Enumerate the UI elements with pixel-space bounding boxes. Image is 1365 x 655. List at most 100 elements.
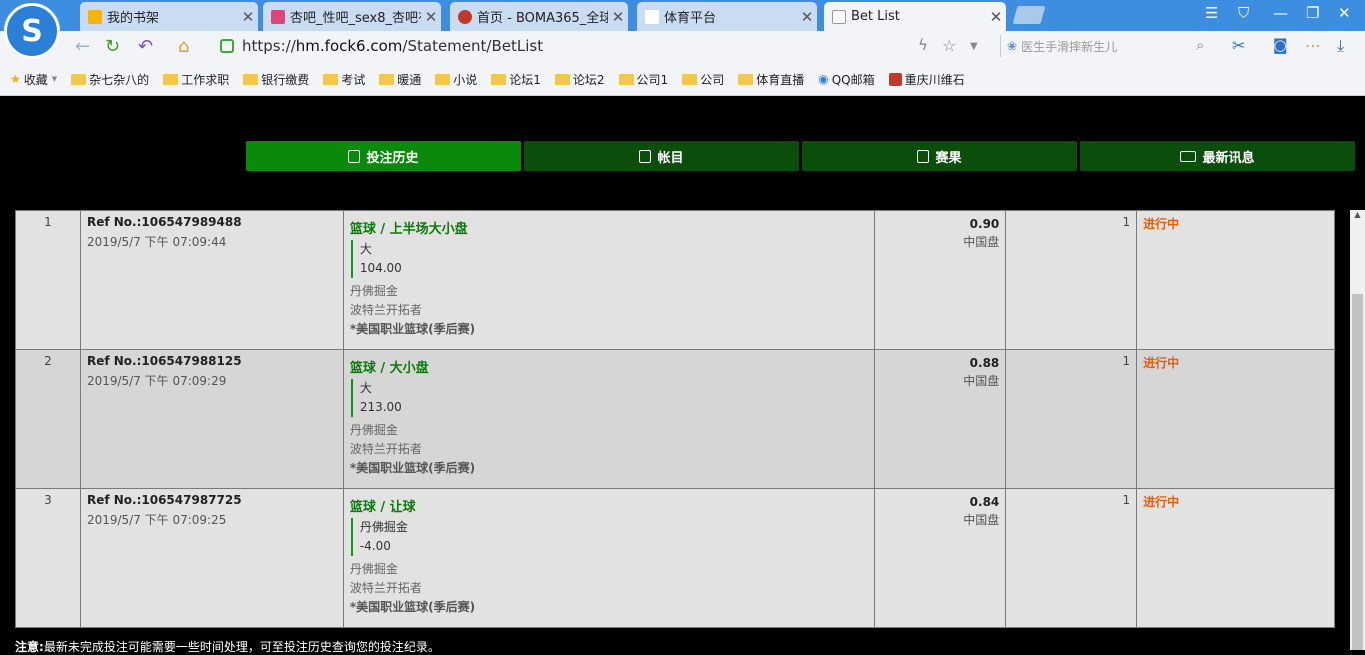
scissors-icon[interactable]: ✂ <box>1232 36 1245 55</box>
bookmark-qqmail[interactable]: ◉ QQ邮箱 <box>818 71 874 88</box>
pick-label: 丹佛掘金 <box>359 520 408 534</box>
bookmark-folder[interactable]: 小说 <box>435 71 477 88</box>
bookmark-folder[interactable]: 论坛1 <box>491 71 541 88</box>
paw-icon: ❀ <box>1007 39 1018 53</box>
bookmark-folder[interactable]: 暖通 <box>379 71 421 88</box>
bookmark-folder[interactable]: 公司1 <box>618 71 668 88</box>
odds-value: 0.84 <box>969 495 1000 509</box>
close-icon[interactable]: ✕ <box>238 8 258 26</box>
folder-icon <box>682 73 698 85</box>
bookmark-folder[interactable]: 工作求职 <box>163 71 229 88</box>
folder-icon <box>618 73 634 85</box>
bookmark-favorites[interactable]: ★ 收藏 ▼ <box>10 71 57 88</box>
pick: 丹佛掘金 -4.00 <box>350 518 869 556</box>
folder-icon <box>71 73 87 85</box>
undo-icon[interactable]: ↶ <box>138 36 153 57</box>
url-text: https://hm.fock6.com/Statement/BetList <box>242 37 544 55</box>
minimize-icon[interactable]: — <box>1273 4 1288 22</box>
status-badge: 进行中 <box>1143 217 1180 231</box>
download-icon[interactable]: ⤓ <box>1337 36 1344 56</box>
star-icon[interactable]: ☆ <box>942 36 956 55</box>
close-icon[interactable]: ✕ <box>986 8 1006 26</box>
bookmarks-bar: ★ 收藏 ▼ 杂七杂八的 工作求职 银行缴费 考试 暖通 小说 论坛1 论坛2 公司… <box>0 66 1365 92</box>
refresh-icon[interactable]: ↻ <box>105 36 120 57</box>
blank-page-icon <box>645 9 659 24</box>
menu-icon[interactable]: ☰ <box>1205 4 1218 22</box>
odds-cell: 0.88 中国盘 <box>874 349 1007 489</box>
tab-account[interactable]: 帐目 <box>524 141 799 171</box>
skin-icon[interactable]: ⛉ <box>1238 4 1249 22</box>
notice: 注意:最新未完成投注可能需要一些时间处理，可至投注历史查询您的投注纪录。 <box>15 638 440 655</box>
ref-number: Ref No.:106547989488 <box>86 215 242 229</box>
bookmark-folder[interactable]: 公司 <box>682 71 724 88</box>
bookmark-folder[interactable]: 银行缴费 <box>243 71 309 88</box>
navigation-bar: ← ↻ ↶ ⌂ https://hm.fock6.com/Statement/B… <box>0 31 1365 61</box>
tab-boma[interactable]: 首页 - BOMA365_全球顶 ✕ <box>450 2 628 31</box>
bet-date: 2019/5/7 下午 07:09:25 <box>86 513 227 527</box>
folder-icon <box>379 73 395 85</box>
home-team: 丹佛掘金 <box>349 423 398 437</box>
pick-label: 大 <box>359 242 372 256</box>
site-icon <box>271 9 285 24</box>
bet-selection-cell: 篮球 / 大小盘 大 213.00 丹佛掘金 波特兰开拓者 *美国职业篮球(季后… <box>342 349 876 489</box>
stake: 1 <box>1005 349 1138 489</box>
status-cell: 进行中 <box>1136 349 1335 489</box>
lightning-icon[interactable]: ϟ <box>918 36 928 54</box>
bet-ref-cell: Ref No.:106547987725 2019/5/7 下午 07:09:2… <box>79 488 344 628</box>
folder-icon <box>323 73 339 85</box>
odds-cell: 0.90 中国盘 <box>874 210 1007 350</box>
folder-icon <box>163 73 179 85</box>
tab-site[interactable]: 杏吧_性吧_sex8_杏吧有你 ✕ <box>263 2 441 31</box>
odds-type: 中国盘 <box>963 513 1000 527</box>
new-tab-button[interactable] <box>1012 6 1046 24</box>
ref-number: Ref No.:106547987725 <box>86 493 242 507</box>
bet-selection-cell: 篮球 / 让球 丹佛掘金 -4.00 丹佛掘金 波特兰开拓者 *美国职业篮球(季… <box>342 488 876 628</box>
more-icon[interactable]: ⋯ <box>1305 36 1321 55</box>
address-bar[interactable]: https://hm.fock6.com/Statement/BetList <box>212 34 987 58</box>
bookmark-cqcw[interactable]: 重庆川维石 <box>888 71 965 88</box>
odds-type: 中国盘 <box>963 235 1000 249</box>
close-icon[interactable]: ✕ <box>421 8 441 26</box>
tab-bar: 我的书架 ✕ 杏吧_性吧_sex8_杏吧有你 ✕ 首页 - BOMA365_全球… <box>0 0 1365 31</box>
results-icon <box>917 149 930 163</box>
market-type: 篮球 / 上半场大小盘 <box>349 222 468 237</box>
tab-results[interactable]: 赛果 <box>802 141 1077 171</box>
maximize-icon[interactable]: ❐ <box>1306 4 1319 22</box>
tab-bookshelf[interactable]: 我的书架 ✕ <box>80 2 258 31</box>
bookmark-folder[interactable]: 论坛2 <box>554 71 605 88</box>
magnifier-app-icon[interactable]: ◙ <box>1273 36 1288 54</box>
search-icon[interactable]: ⌕ <box>1196 36 1204 54</box>
scrollbar-thumb[interactable] <box>1352 294 1363 650</box>
pick-value: 213.00 <box>359 400 402 414</box>
bookmark-folder[interactable]: 体育直播 <box>738 71 804 88</box>
folder-icon <box>435 73 451 85</box>
bookmark-folder[interactable]: 考试 <box>323 71 365 88</box>
tab-betlist[interactable]: Bet List ✕ <box>824 2 1006 31</box>
close-icon[interactable]: ✕ <box>797 8 817 26</box>
home-team: 丹佛掘金 <box>349 284 398 298</box>
back-icon[interactable]: ← <box>75 36 90 57</box>
bet-date: 2019/5/7 下午 07:09:29 <box>86 374 227 388</box>
home-icon[interactable]: ⌂ <box>178 36 189 57</box>
chevron-down-icon[interactable]: ▼ <box>970 41 978 52</box>
tab-bet-history[interactable]: 投注历史 <box>246 141 521 171</box>
home-team: 丹佛掘金 <box>349 562 398 576</box>
vertical-scrollbar[interactable]: ▲ <box>1350 210 1365 650</box>
bookmark-folder[interactable]: 杂七杂八的 <box>71 71 149 88</box>
stake: 1 <box>1005 210 1138 350</box>
close-icon[interactable]: ✕ <box>608 8 628 26</box>
bet-ref-cell: Ref No.:106547988125 2019/5/7 下午 07:09:2… <box>79 349 344 489</box>
browser-logo[interactable]: S <box>4 3 60 59</box>
scroll-up-icon[interactable]: ▲ <box>1350 210 1365 219</box>
close-window-icon[interactable]: ✕ <box>1338 4 1351 22</box>
site-logo-icon <box>888 72 902 86</box>
bet-number: 3 <box>15 488 81 628</box>
bet-list-table: 1 Ref No.:106547989488 2019/5/7 下午 07:09… <box>15 210 1335 628</box>
market-type: 篮球 / 大小盘 <box>349 361 429 376</box>
tab-sports[interactable]: 体育平台 ✕ <box>637 2 817 31</box>
search-input[interactable]: ❀ 医生手滑摔新生儿 <box>1000 35 1218 57</box>
folder-icon <box>243 73 259 85</box>
clipboard-icon <box>348 149 361 163</box>
odds-cell: 0.84 中国盘 <box>874 488 1007 628</box>
tab-news[interactable]: 最新讯息 <box>1080 141 1355 171</box>
